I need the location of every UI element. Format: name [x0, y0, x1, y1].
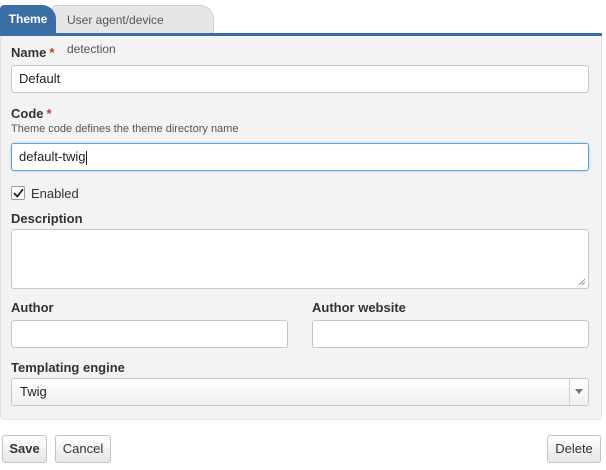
- description-label: Description: [11, 211, 83, 226]
- author-input[interactable]: [11, 320, 288, 348]
- required-marker: *: [46, 106, 52, 121]
- enabled-checkbox[interactable]: [11, 186, 25, 200]
- cancel-button[interactable]: Cancel: [55, 435, 111, 463]
- code-label: Code *: [11, 106, 52, 121]
- tab-underline: [0, 33, 602, 36]
- code-label-text: Code: [11, 106, 44, 121]
- code-input[interactable]: default-twig: [11, 143, 589, 171]
- checkmark-icon: [13, 188, 24, 198]
- author-website-label: Author website: [312, 300, 406, 315]
- name-input[interactable]: Default: [11, 65, 589, 93]
- select-arrow-button[interactable]: [569, 379, 588, 405]
- name-input-value: Default: [19, 71, 61, 86]
- chevron-down-icon: [575, 389, 583, 394]
- tab-theme[interactable]: Theme: [0, 5, 56, 34]
- author-website-input[interactable]: [312, 320, 589, 348]
- save-button[interactable]: Save: [2, 435, 47, 463]
- required-marker: *: [49, 45, 55, 60]
- templating-engine-value: Twig: [20, 384, 47, 399]
- code-hint: Theme code defines the theme directory n…: [11, 123, 239, 135]
- tab-user-agent-detection[interactable]: User agent/device detection: [52, 5, 214, 56]
- text-caret: [86, 150, 88, 165]
- code-input-value: default-twig: [19, 149, 86, 164]
- author-label: Author: [11, 300, 54, 315]
- description-textarea[interactable]: [11, 229, 589, 289]
- resize-grip-icon[interactable]: [578, 278, 586, 286]
- templating-engine-select[interactable]: Twig: [11, 378, 589, 406]
- name-label-text: Name: [11, 45, 47, 60]
- name-label: Name *: [11, 45, 54, 60]
- tab-bar: User agent/device detection Theme: [0, 0, 606, 56]
- delete-button[interactable]: Delete: [547, 435, 601, 463]
- enabled-label[interactable]: Enabled: [31, 186, 79, 201]
- templating-engine-label: Templating engine: [11, 360, 125, 375]
